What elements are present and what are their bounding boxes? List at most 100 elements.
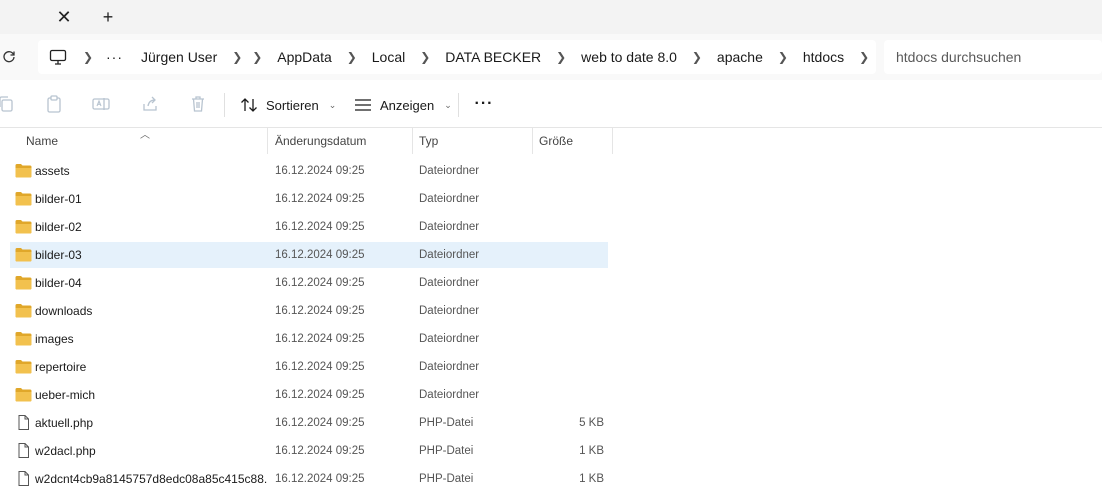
folder-row[interactable]: downloads 16.12.2024 09:25 Dateiordner (10, 298, 608, 324)
file-name: aktuell.php (35, 416, 94, 430)
file-row[interactable]: aktuell.php 16.12.2024 09:25 PHP-Datei 5 KB (10, 410, 608, 436)
view-label: Anzeigen (380, 97, 435, 113)
file-type: Dateiordner (419, 277, 480, 289)
folder-row[interactable]: bilder-01 16.12.2024 09:25 Dateiordner (10, 186, 608, 212)
folder-row[interactable]: repertoire 16.12.2024 09:25 Dateiordner (10, 354, 608, 380)
chevron-right-icon[interactable]: ❯ (227, 40, 247, 74)
folder-row[interactable]: images 16.12.2024 09:25 Dateiordner (10, 326, 608, 352)
chevron-down-icon: ⌄ (328, 99, 337, 110)
file-name: assets (35, 164, 70, 178)
chevron-right-icon[interactable]: ❯ (415, 40, 435, 74)
breadcrumb-item[interactable]: DATA BECKER (435, 40, 551, 74)
file-type: Dateiordner (419, 193, 480, 205)
copy-icon[interactable] (0, 94, 16, 114)
sort-icon (241, 98, 257, 112)
file-name: bilder-02 (35, 220, 82, 234)
file-date: 16.12.2024 09:25 (275, 221, 365, 233)
file-type: Dateiordner (419, 305, 480, 317)
folder-row[interactable]: bilder-03 16.12.2024 09:25 Dateiordner (10, 242, 608, 268)
folder-row[interactable]: assets 16.12.2024 09:25 Dateiordner (10, 158, 608, 184)
folder-icon (15, 303, 32, 318)
file-name: bilder-03 (35, 248, 82, 262)
folder-row[interactable]: bilder-02 16.12.2024 09:25 Dateiordner (10, 214, 608, 240)
file-icon (15, 415, 32, 430)
column-header-date[interactable]: Änderungsdatum (269, 128, 413, 154)
computer-icon[interactable] (38, 40, 78, 74)
delete-icon[interactable] (188, 94, 208, 114)
breadcrumb-item[interactable]: Jürgen User (131, 40, 227, 74)
command-bar: Sortieren ⌄ Anzeigen ⌄ ··· (0, 80, 1102, 128)
column-header-label: Änderungsdatum (275, 134, 367, 148)
more-options-button[interactable]: ··· (472, 92, 496, 116)
chevron-right-icon[interactable]: ❯ (551, 40, 571, 74)
chevron-down-icon: ⌄ (444, 99, 452, 110)
sort-button[interactable]: Sortieren ⌄ (240, 90, 336, 120)
file-type: Dateiordner (419, 221, 480, 233)
file-type: Dateiordner (419, 389, 480, 401)
file-type: Dateiordner (419, 249, 480, 261)
folder-icon (15, 275, 32, 290)
folder-row[interactable]: bilder-04 16.12.2024 09:25 Dateiordner (10, 270, 608, 296)
breadcrumb[interactable]: ❯ ··· Jürgen User ❯ ❯ AppData ❯ Local ❯ DATA BE… (38, 40, 876, 74)
view-button[interactable]: Anzeigen ⌄ (354, 90, 452, 120)
breadcrumb-item[interactable]: apache (707, 40, 773, 74)
file-type: Dateiordner (419, 361, 480, 373)
folder-icon (15, 219, 32, 234)
file-row[interactable]: w2dcnt4cb9a8145757d8edc08a85c415c88... 16… (10, 466, 608, 492)
file-date: 16.12.2024 09:25 (275, 333, 365, 345)
file-size: 1 KB (579, 445, 604, 457)
search-input[interactable] (896, 49, 1096, 65)
rename-icon[interactable] (91, 94, 111, 114)
chevron-right-icon[interactable]: ❯ (247, 40, 267, 74)
file-type: PHP-Datei (419, 445, 474, 457)
file-name: bilder-01 (35, 192, 82, 206)
file-icon (15, 443, 32, 458)
chevron-right-icon[interactable]: ❯ (687, 40, 707, 74)
paste-icon[interactable] (44, 94, 64, 114)
breadcrumb-item[interactable]: Local (362, 40, 415, 74)
file-size: 1 KB (579, 473, 604, 485)
file-name: w2dacl.php (35, 444, 96, 458)
refresh-icon[interactable] (0, 46, 18, 68)
sort-label: Sortieren (266, 97, 319, 113)
file-name: images (35, 332, 74, 346)
breadcrumb-more-button[interactable]: ··· (98, 40, 131, 74)
file-name: downloads (35, 304, 93, 318)
breadcrumb-item[interactable]: AppData (267, 40, 341, 74)
share-icon[interactable] (140, 94, 160, 114)
chevron-right-icon[interactable]: ❯ (78, 40, 98, 74)
toolbar-divider (224, 93, 225, 117)
file-name: repertoire (35, 360, 87, 374)
chevron-right-icon[interactable]: ❯ (854, 40, 874, 74)
column-header-name[interactable]: Name (20, 128, 268, 154)
file-type: Dateiordner (419, 333, 480, 345)
file-name: ueber-mich (35, 388, 96, 402)
folder-icon (15, 247, 32, 262)
breadcrumb-item[interactable]: web to date 8.0 (571, 40, 687, 74)
folder-row[interactable]: ueber-mich 16.12.2024 09:25 Dateiordner (10, 382, 608, 408)
address-row: ❯ ··· Jürgen User ❯ ❯ AppData ❯ Local ❯ DATA BE… (0, 34, 1102, 80)
file-icon (15, 471, 32, 486)
toolbar-divider (458, 93, 459, 117)
file-date: 16.12.2024 09:25 (275, 361, 365, 373)
column-header-label: Name (26, 134, 59, 148)
new-tab-icon[interactable]: + (96, 5, 120, 29)
file-date: 16.12.2024 09:25 (275, 473, 365, 485)
file-date: 16.12.2024 09:25 (275, 165, 365, 177)
column-header-size[interactable]: Größe (533, 128, 613, 154)
file-type: PHP-Datei (419, 473, 474, 485)
chevron-right-icon[interactable]: ❯ (773, 40, 793, 74)
folder-icon (15, 331, 32, 346)
file-date: 16.12.2024 09:25 (275, 417, 365, 429)
column-header-row: ︿ Name Änderungsdatum Typ Größe (0, 128, 1102, 154)
chevron-right-icon[interactable]: ❯ (342, 40, 362, 74)
file-size: 5 KB (579, 417, 604, 429)
file-name: bilder-04 (35, 276, 82, 290)
search-field[interactable] (884, 40, 1102, 74)
folder-icon (15, 359, 32, 374)
column-header-type[interactable]: Typ (413, 128, 533, 154)
file-row[interactable]: w2dacl.php 16.12.2024 09:25 PHP-Datei 1 KB (10, 438, 608, 464)
breadcrumb-item[interactable]: htdocs (793, 40, 854, 74)
file-name: w2dcnt4cb9a8145757d8edc08a85c415c88... (35, 472, 267, 486)
close-tab-icon[interactable]: ✕ (52, 5, 76, 29)
